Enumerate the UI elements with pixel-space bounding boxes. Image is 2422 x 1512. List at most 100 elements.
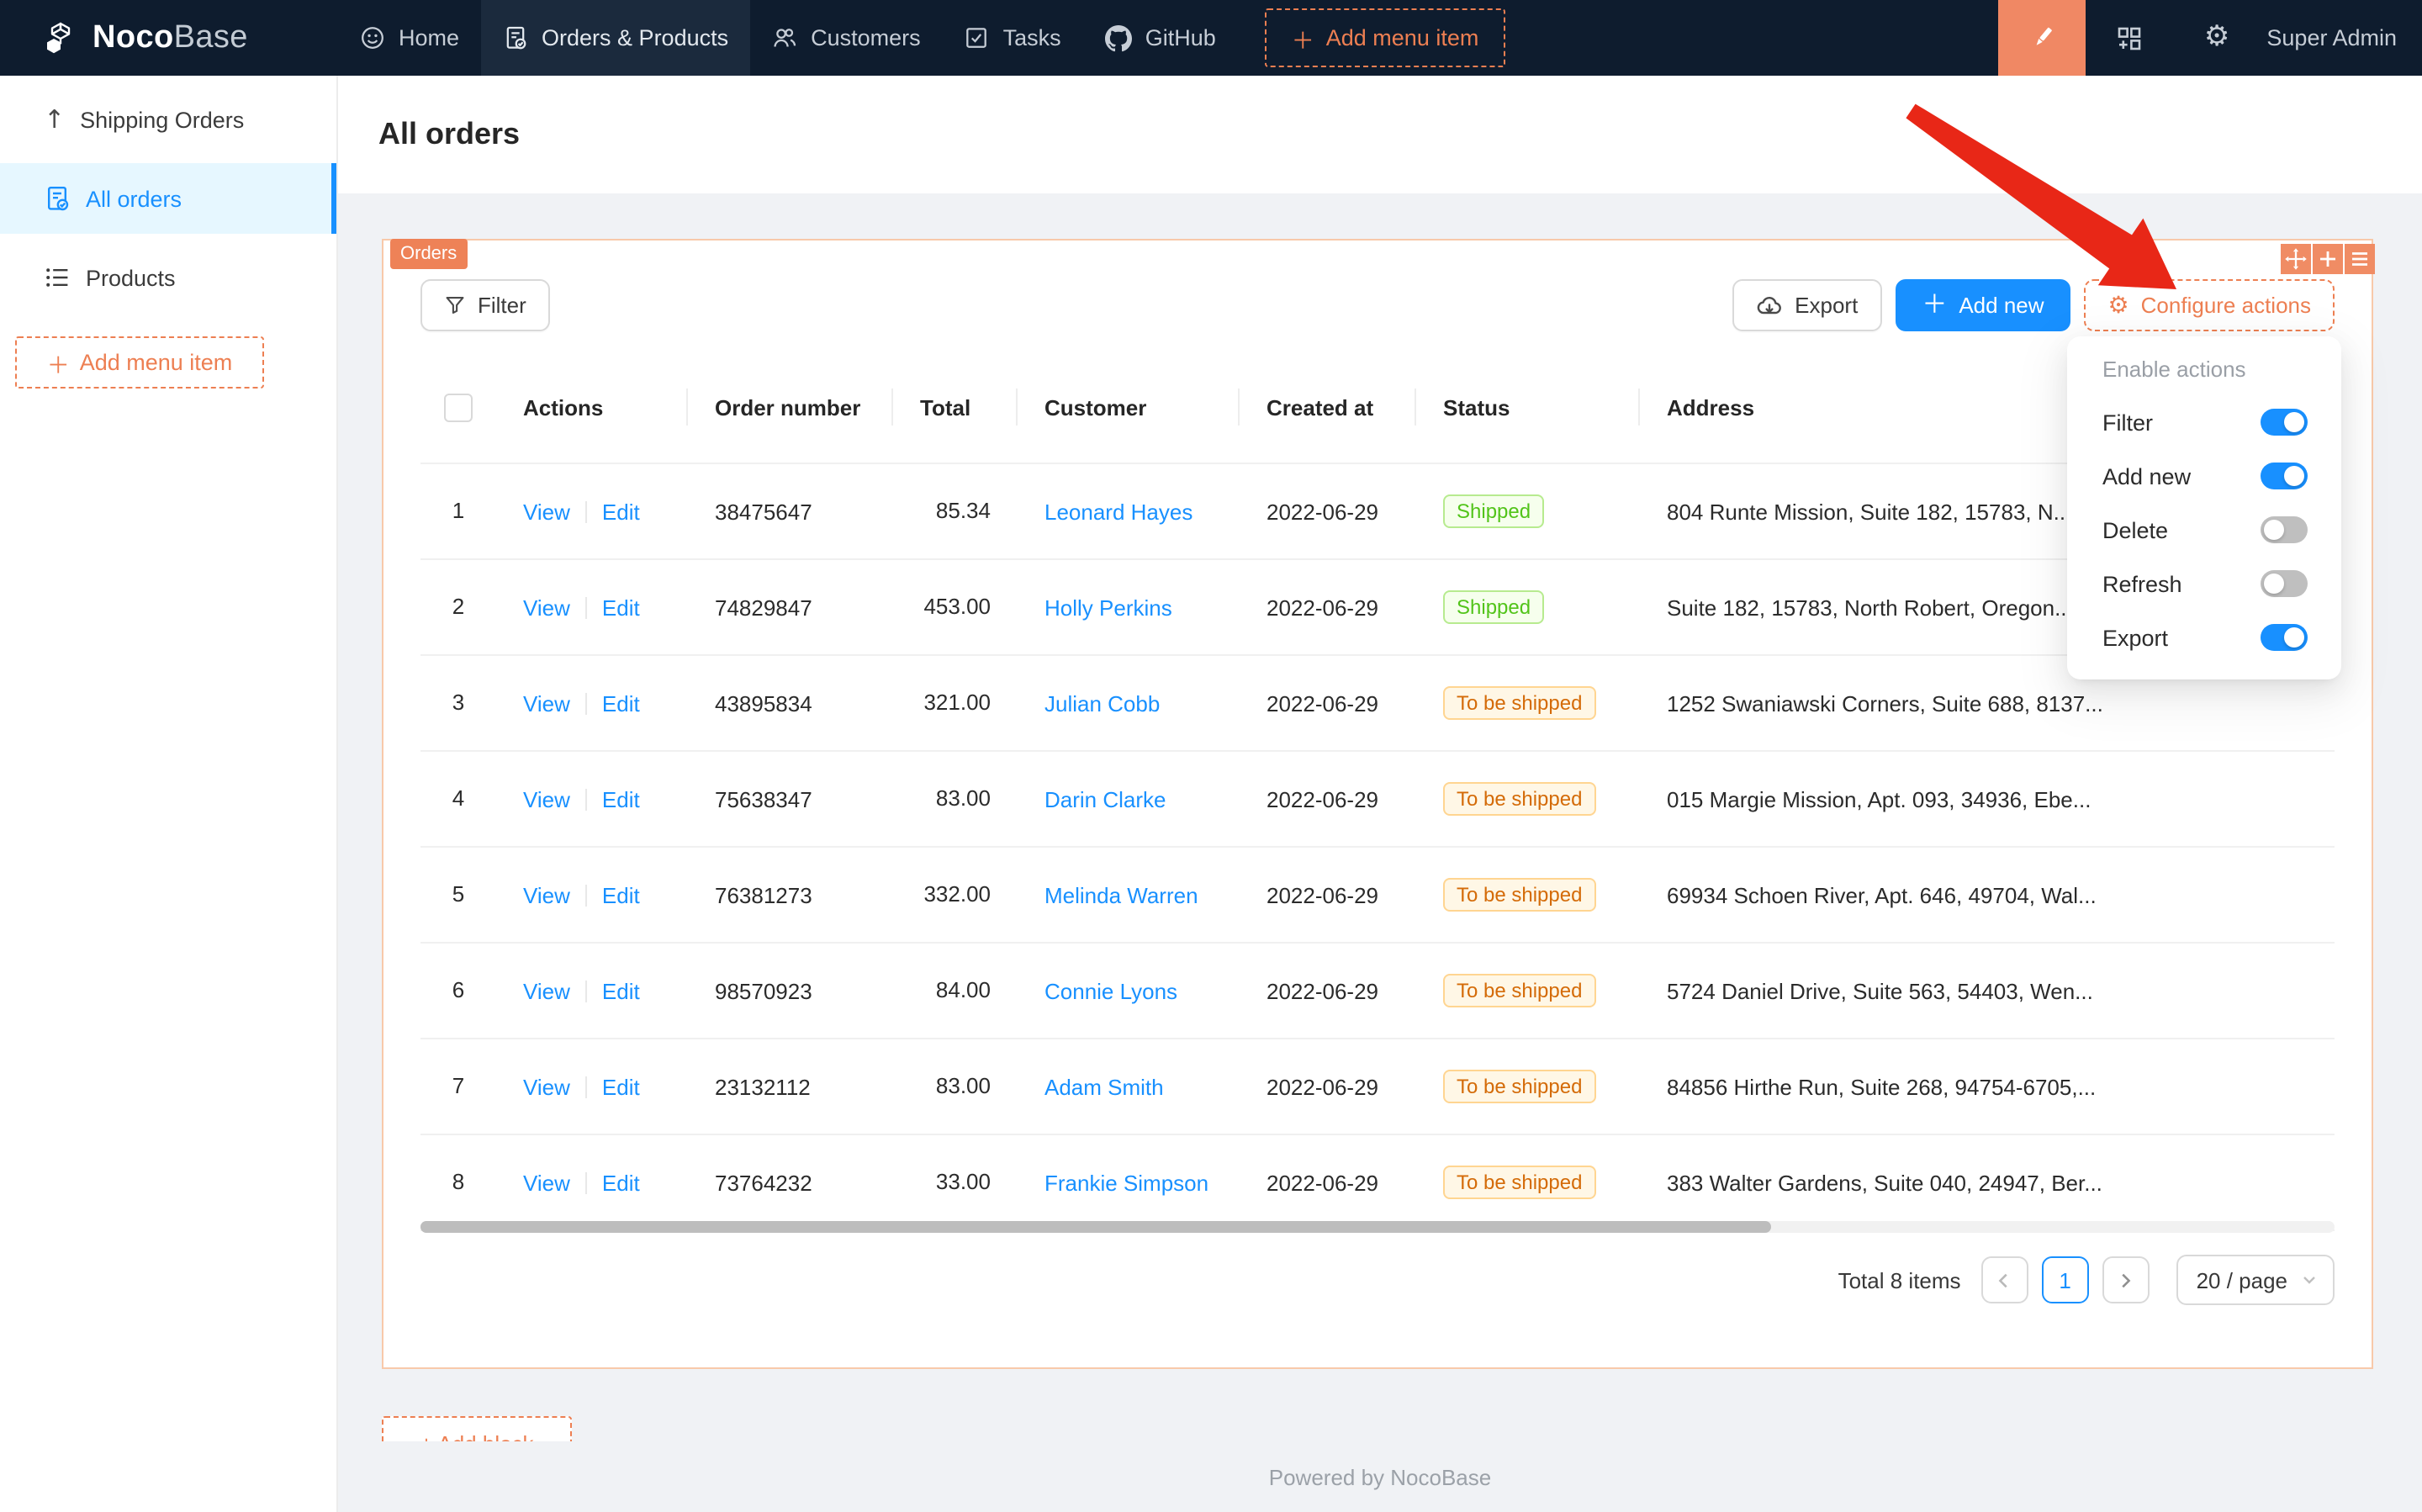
order-number-cell: 76381273: [688, 882, 893, 907]
nav-tab-github[interactable]: GitHub: [1083, 0, 1238, 76]
sidebar-item-label: Shipping Orders: [80, 107, 244, 132]
customer-link[interactable]: Connie Lyons: [1044, 978, 1177, 1003]
filter-button[interactable]: Filter: [420, 279, 550, 331]
column-header-order-number[interactable]: Order number: [688, 352, 893, 463]
block-add-icon[interactable]: [2313, 244, 2343, 274]
menu-item-export[interactable]: Export: [2067, 611, 2341, 664]
column-header-actions[interactable]: Actions: [496, 352, 688, 463]
sidebar-item-shipping-orders[interactable]: ↑ Shipping Orders: [0, 84, 336, 155]
drag-handle-icon[interactable]: [2281, 244, 2311, 274]
view-link[interactable]: View: [523, 595, 570, 620]
edit-link[interactable]: Edit: [602, 786, 640, 812]
settings-button[interactable]: ⚙: [2174, 24, 2261, 52]
edit-link[interactable]: Edit: [602, 1074, 640, 1099]
pagination-total: Total 8 items: [1838, 1267, 1961, 1293]
toolbar-right: Export ＋ Add new ⚙ Configure actions: [1732, 279, 2335, 331]
column-header-customer[interactable]: Customer: [1018, 352, 1240, 463]
refresh-toggle[interactable]: [2261, 570, 2308, 597]
table-row: 5 ViewEdit 76381273 332.00 Melinda Warre…: [420, 848, 2335, 944]
divider: [585, 980, 587, 1002]
plugin-manager-button[interactable]: [2086, 24, 2174, 51]
row-index: 1: [420, 464, 496, 558]
github-icon: [1105, 24, 1132, 51]
scrollbar-thumb[interactable]: [420, 1221, 1771, 1233]
customer-link[interactable]: Frankie Simpson: [1044, 1170, 1208, 1195]
edit-link[interactable]: Edit: [602, 690, 640, 716]
customer-link[interactable]: Julian Cobb: [1044, 690, 1160, 716]
navbar-add-menu-item-button[interactable]: ＋ Add menu item: [1265, 8, 1506, 67]
sidebar-item-label: All orders: [86, 186, 182, 211]
page-title: All orders: [378, 117, 520, 152]
divider: [585, 788, 587, 810]
horizontal-scrollbar[interactable]: [420, 1221, 2335, 1233]
export-button[interactable]: Export: [1732, 279, 1881, 331]
menu-item-label: Filter: [2102, 410, 2153, 435]
page-size-select[interactable]: 20 / page: [2176, 1255, 2335, 1305]
add-new-label: Add new: [1959, 293, 2044, 318]
edit-link[interactable]: Edit: [602, 882, 640, 907]
filter-icon: [444, 294, 466, 316]
configure-actions-button[interactable]: ⚙ Configure actions: [2085, 279, 2335, 331]
menu-item-add-new[interactable]: Add new: [2067, 449, 2341, 503]
customer-link[interactable]: Melinda Warren: [1044, 882, 1198, 907]
add-new-toggle[interactable]: [2261, 463, 2308, 489]
status-badge: Shipped: [1443, 590, 1544, 624]
status-badge: To be shipped: [1443, 782, 1595, 816]
nav-tab-home[interactable]: Home: [338, 0, 481, 76]
view-link[interactable]: View: [523, 1074, 570, 1099]
ui-editor-button[interactable]: [1999, 0, 2086, 76]
view-link[interactable]: View: [523, 882, 570, 907]
view-link[interactable]: View: [523, 690, 570, 716]
select-all-checkbox[interactable]: [444, 393, 473, 421]
edit-link[interactable]: Edit: [602, 1170, 640, 1195]
filter-toggle[interactable]: [2261, 409, 2308, 436]
view-link[interactable]: View: [523, 499, 570, 524]
customer-link[interactable]: Adam Smith: [1044, 1074, 1164, 1099]
row-actions: View Edit: [496, 690, 688, 716]
menu-item-delete[interactable]: Delete: [2067, 503, 2341, 557]
view-link[interactable]: View: [523, 1170, 570, 1195]
view-link[interactable]: View: [523, 786, 570, 812]
row-actions: View Edit: [496, 595, 688, 620]
nav-tab-orders-products[interactable]: Orders & Products: [481, 0, 750, 76]
view-link[interactable]: View: [523, 978, 570, 1003]
column-header-status[interactable]: Status: [1416, 352, 1640, 463]
row-index: 3: [420, 656, 496, 750]
sidebar-item-products[interactable]: Products: [0, 242, 336, 313]
sidebar-item-all-orders[interactable]: All orders: [0, 163, 336, 234]
add-new-button[interactable]: ＋ Add new: [1895, 279, 2070, 331]
table-header-row: Actions Order number Total Customer Crea…: [420, 352, 2335, 464]
chevron-down-icon: [2301, 1271, 2318, 1288]
menu-item-refresh[interactable]: Refresh: [2067, 557, 2341, 611]
delete-toggle[interactable]: [2261, 516, 2308, 543]
menu-item-filter[interactable]: Filter: [2067, 395, 2341, 449]
status-cell: To be shipped: [1416, 686, 1640, 720]
page-number-button[interactable]: 1: [2042, 1256, 2089, 1303]
table-row: 1 ViewEdit 38475647 85.34 Leonard Hayes …: [420, 464, 2335, 560]
nav-tab-customers[interactable]: Customers: [750, 0, 943, 76]
add-block-button[interactable]: + Add block: [382, 1416, 572, 1441]
table-row: 8 ViewEdit 73764232 33.00 Frankie Simpso…: [420, 1135, 2335, 1231]
edit-link[interactable]: Edit: [602, 499, 640, 524]
export-toggle[interactable]: [2261, 624, 2308, 651]
column-header-created-at[interactable]: Created at: [1240, 352, 1416, 463]
nav-tab-tasks[interactable]: Tasks: [943, 0, 1083, 76]
next-page-button[interactable]: [2102, 1256, 2150, 1303]
user-menu[interactable]: Super Admin: [2260, 25, 2422, 50]
status-cell: To be shipped: [1416, 1070, 1640, 1103]
edit-link[interactable]: Edit: [602, 595, 640, 620]
table-row: 7 ViewEdit 23132112 83.00 Adam Smith 202…: [420, 1039, 2335, 1135]
customer-cell: Connie Lyons: [1018, 978, 1240, 1003]
status-badge: To be shipped: [1443, 1070, 1595, 1103]
sidebar: ↑ Shipping Orders All orders Pro: [0, 76, 338, 1512]
edit-link[interactable]: Edit: [602, 978, 640, 1003]
prev-page-button[interactable]: [1981, 1256, 2028, 1303]
sidebar-add-menu-item-button[interactable]: ＋ Add menu item: [15, 336, 264, 389]
row-actions: View Edit: [496, 1170, 688, 1195]
block-menu-icon[interactable]: [2345, 244, 2375, 274]
customer-link[interactable]: Darin Clarke: [1044, 786, 1166, 812]
customer-link[interactable]: Leonard Hayes: [1044, 499, 1192, 524]
customer-link[interactable]: Holly Perkins: [1044, 595, 1172, 620]
column-header-total[interactable]: Total: [893, 352, 1018, 463]
nocobase-logo[interactable]: NocoBase: [0, 0, 338, 76]
